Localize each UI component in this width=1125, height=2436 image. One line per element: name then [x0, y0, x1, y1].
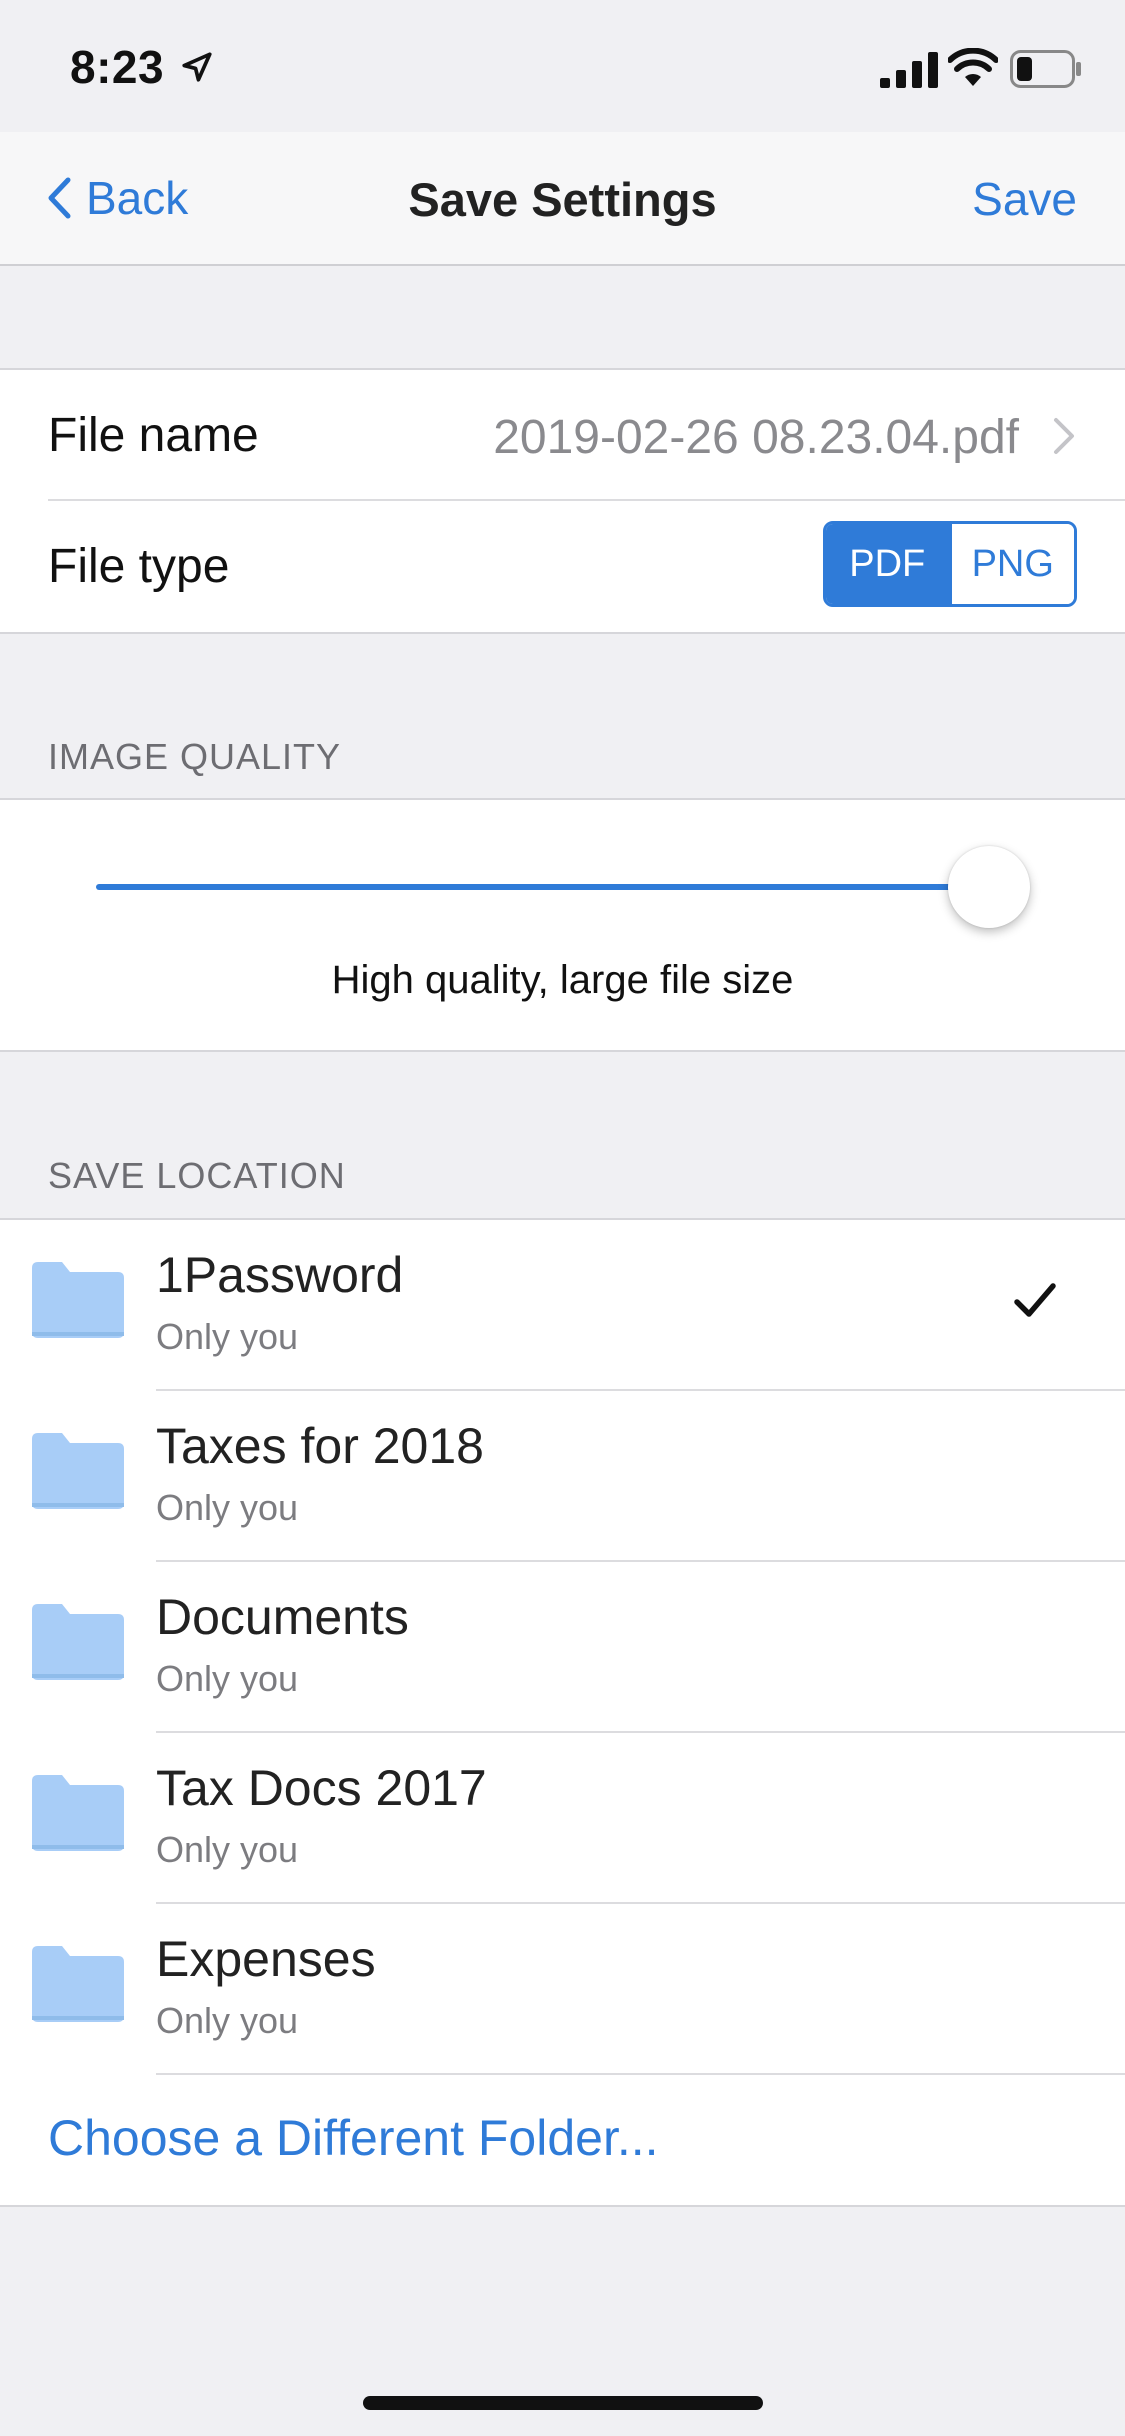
quality-caption: High quality, large file size	[331, 958, 794, 1002]
checkmark-icon	[1014, 1283, 1056, 1317]
folder-icon	[32, 1775, 124, 1851]
save-location-group: 1Password Only you Taxes for 2018 Only y…	[0, 1218, 1125, 2207]
folder-owner: Only you	[156, 1829, 299, 1870]
navigation-bar: Back Save Settings Save	[0, 132, 1125, 266]
folder-row[interactable]: Expenses Only you	[0, 1904, 1125, 2075]
save-button[interactable]: Save	[972, 172, 1077, 226]
folder-row[interactable]: Tax Docs 2017 Only you	[0, 1733, 1125, 1904]
folder-row[interactable]: Documents Only you	[0, 1562, 1125, 1733]
image-quality-header: IMAGE QUALITY	[48, 736, 342, 777]
file-type-row: File type PDF PNG	[0, 501, 1125, 632]
folder-icon	[32, 1433, 124, 1509]
folder-icon	[32, 1262, 124, 1338]
folder-owner: Only you	[156, 1658, 299, 1699]
location-arrow-icon	[182, 52, 212, 82]
choose-different-folder-link[interactable]: Choose a Different Folder...	[48, 2109, 659, 2167]
cellular-signal-icon	[880, 52, 938, 88]
save-location-header: SAVE LOCATION	[48, 1155, 346, 1196]
folder-row[interactable]: Taxes for 2018 Only you	[0, 1391, 1125, 1562]
file-name-value: 2019-02-26 08.23.04.pdf	[493, 411, 1019, 464]
folder-icon	[32, 1946, 124, 2022]
home-indicator	[363, 2396, 763, 2410]
folder-name: 1Password	[156, 1247, 404, 1303]
status-time: 8:23	[70, 41, 165, 93]
folder-row[interactable]: 1Password Only you	[0, 1220, 1125, 1391]
file-name-row[interactable]: File name 2019-02-26 08.23.04.pdf	[0, 370, 1125, 501]
folder-name: Taxes for 2018	[156, 1418, 484, 1474]
file-type-png-segment[interactable]: PNG	[948, 524, 1074, 604]
page-title: Save Settings	[408, 173, 717, 226]
file-type-segmented-control: PDF PNG	[823, 521, 1077, 607]
wifi-icon	[948, 48, 998, 86]
folder-owner: Only you	[156, 1316, 299, 1357]
folder-owner: Only you	[156, 2000, 299, 2041]
folder-owner: Only you	[156, 1487, 299, 1528]
choose-folder-row[interactable]: Choose a Different Folder...	[0, 2075, 1125, 2205]
chevron-right-icon	[1054, 418, 1074, 454]
status-bar: 8:23	[0, 0, 1125, 132]
file-type-label: File type	[48, 540, 230, 593]
file-settings-group: File name 2019-02-26 08.23.04.pdf File t…	[0, 368, 1125, 634]
folder-name: Tax Docs 2017	[156, 1760, 487, 1816]
folder-name: Documents	[156, 1589, 409, 1645]
folder-icon	[32, 1604, 124, 1680]
quality-slider-thumb[interactable]	[948, 846, 1030, 928]
battery-icon	[1010, 50, 1081, 88]
folder-name: Expenses	[156, 1931, 376, 1987]
quality-slider-track[interactable]	[96, 884, 988, 890]
file-type-pdf-segment[interactable]: PDF	[826, 524, 949, 604]
file-name-label: File name	[48, 409, 259, 462]
image-quality-group: High quality, large file size	[0, 798, 1125, 1052]
